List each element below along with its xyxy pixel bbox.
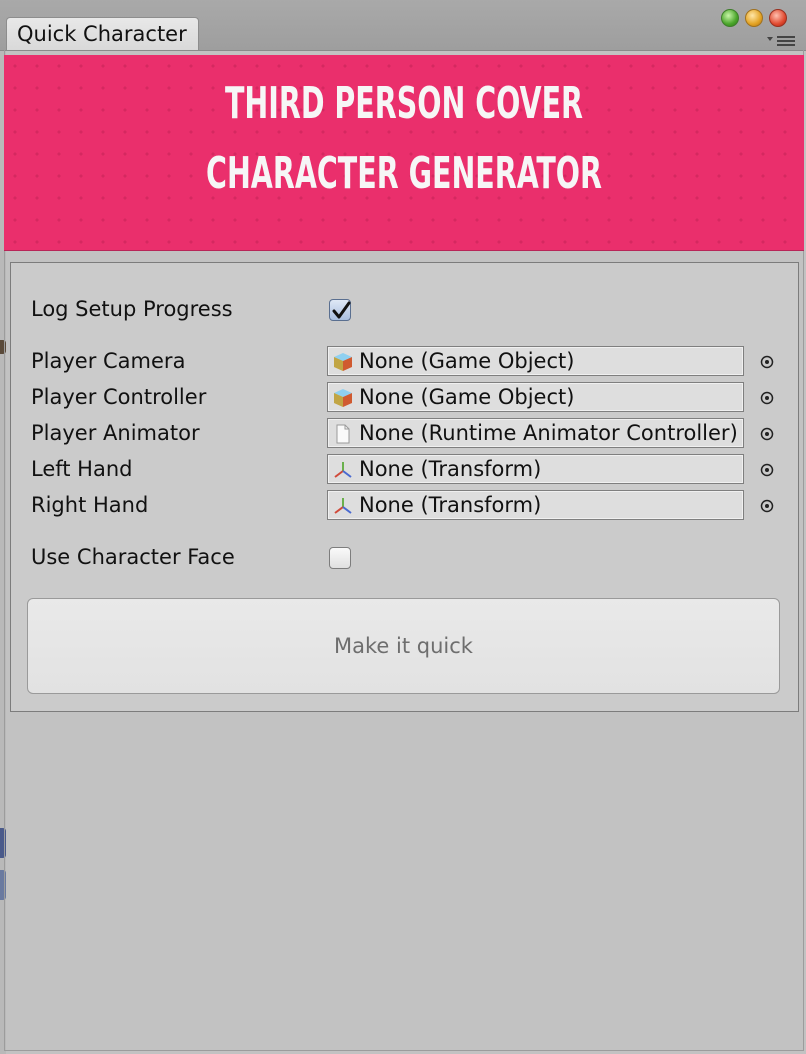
object-picker-icon[interactable] [760,355,774,369]
minimize-button[interactable] [745,9,763,27]
player-controller-label: Player Controller [31,385,207,409]
use-face-checkbox[interactable] [329,547,351,569]
asset-file-icon [336,424,350,444]
window-titlebar: Quick Character [0,0,806,51]
player-animator-value: None (Runtime Animator Controller) [359,421,738,445]
player-camera-value: None (Game Object) [359,349,575,373]
player-controller-value: None (Game Object) [359,385,575,409]
player-animator-field[interactable]: None (Runtime Animator Controller) [327,418,744,448]
use-face-label: Use Character Face [31,545,235,569]
banner-title-line1: THIRD PERSON COVER [224,78,584,129]
log-setup-checkbox[interactable] [329,299,351,321]
game-object-cube-icon [334,389,352,407]
right-hand-value: None (Transform) [359,493,542,517]
make-it-quick-button[interactable]: Make it quick [27,598,780,694]
transform-axes-icon [334,462,352,478]
left-hand-field[interactable]: None (Transform) [327,454,744,484]
object-picker-icon[interactable] [760,391,774,405]
tab-quick-character[interactable]: Quick Character [6,17,199,50]
player-camera-field[interactable]: None (Game Object) [327,346,744,376]
player-camera-label: Player Camera [31,349,186,373]
banner-title-line2: CHARACTER GENERATOR [206,148,602,199]
close-button[interactable] [769,9,787,27]
right-hand-label: Right Hand [31,493,149,517]
header-banner: THIRD PERSON COVER CHARACTER GENERATOR [4,55,804,251]
right-hand-field[interactable]: None (Transform) [327,490,744,520]
object-picker-icon[interactable] [760,427,774,441]
left-hand-value: None (Transform) [359,457,542,481]
object-picker-icon[interactable] [760,463,774,477]
zoom-button[interactable] [721,9,739,27]
transform-axes-icon [334,498,352,514]
player-controller-field[interactable]: None (Game Object) [327,382,744,412]
settings-panel: Log Setup Progress Player Camera None (G… [10,262,799,712]
game-object-cube-icon [334,353,352,371]
context-menu-icon[interactable] [767,34,797,46]
left-hand-label: Left Hand [31,457,133,481]
object-picker-icon[interactable] [760,499,774,513]
player-animator-label: Player Animator [31,421,200,445]
checkmark-icon [332,301,351,319]
log-setup-label: Log Setup Progress [31,297,233,321]
